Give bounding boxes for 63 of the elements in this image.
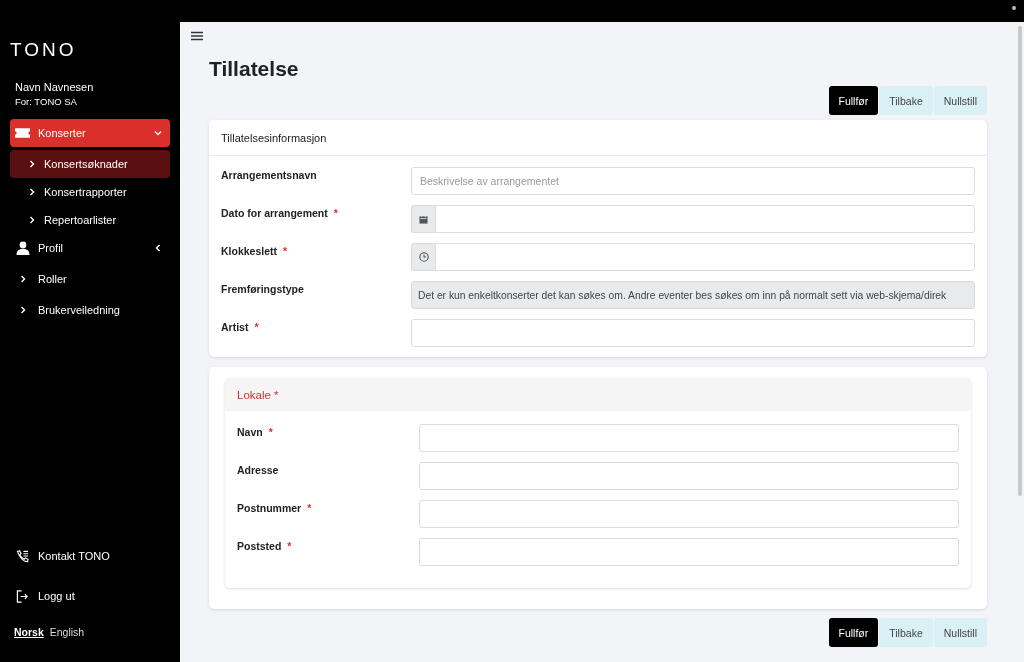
finish-button[interactable]: Fullfør xyxy=(828,86,879,115)
nav-item[interactable]: Roller xyxy=(10,265,170,293)
chevron-left-icon xyxy=(154,244,162,252)
chevron-right-icon xyxy=(18,275,27,283)
ticket-icon xyxy=(15,128,30,138)
action-button[interactable]: Nullstill xyxy=(933,618,987,647)
required-mark: * xyxy=(287,540,292,552)
nav-subitem[interactable]: Repertoarlister xyxy=(10,206,170,234)
finish-button[interactable]: Fullfør xyxy=(828,618,879,647)
panel-title: Lokale * xyxy=(237,388,279,401)
required-mark: * xyxy=(333,207,338,219)
card-title: Tillatelsesinformasjon xyxy=(221,131,327,144)
required-mark: * xyxy=(307,502,312,514)
clock-icon xyxy=(418,252,429,262)
nav-subitem[interactable]: Konsertsøknader xyxy=(10,150,170,178)
page-title: Tillatelse xyxy=(209,57,299,81)
input-field[interactable] xyxy=(419,424,959,452)
input-field[interactable] xyxy=(419,538,959,566)
time-field[interactable] xyxy=(435,243,975,271)
input-field[interactable] xyxy=(411,319,975,347)
dot-icon xyxy=(1012,6,1016,10)
chevron-right-icon xyxy=(18,306,27,314)
field-label: Poststed xyxy=(237,540,282,552)
required-mark: * xyxy=(254,321,259,333)
field-label: Postnummer xyxy=(237,502,302,514)
readonly-field: Det er kun enkeltkonserter det kan søkes om. Andre eventer bes søkes om inn på normalt sett via web-skjema/direk xyxy=(411,281,975,309)
date-field[interactable] xyxy=(435,205,975,233)
person-icon xyxy=(15,241,30,255)
field-label: Navn xyxy=(237,426,263,438)
language-link[interactable]: English xyxy=(49,626,85,638)
user-name: Navn Navnesen xyxy=(14,81,94,93)
field-label: Adresse xyxy=(237,464,279,476)
action-button[interactable]: Tilbake xyxy=(879,86,933,115)
calendar-icon xyxy=(419,214,428,224)
nav-subitem[interactable]: Konsertrapporter xyxy=(10,178,170,206)
nav-item[interactable]: Brukerveiledning xyxy=(10,296,170,324)
menu-icon[interactable] xyxy=(191,31,203,41)
input-field[interactable]: Beskrivelse av arrangementet xyxy=(411,167,975,195)
nav-item[interactable]: Profil xyxy=(10,234,170,262)
chevron-right-icon xyxy=(28,216,36,224)
nav-item[interactable]: Konserter xyxy=(10,119,170,147)
field-label: Dato for arrangement xyxy=(221,207,328,219)
input-field[interactable] xyxy=(419,500,959,528)
action-button[interactable]: Nullstill xyxy=(933,86,987,115)
scrollbar[interactable] xyxy=(1016,22,1024,662)
nav-item[interactable]: Logg ut xyxy=(10,582,170,610)
chevron-down-icon xyxy=(154,129,162,137)
chevron-right-icon xyxy=(28,160,36,168)
nav-item[interactable]: Kontakt TONO xyxy=(10,542,170,570)
field-label: Arrangementsnavn xyxy=(221,169,317,181)
field-label: Artist xyxy=(221,321,249,333)
field-label: Klokkeslett xyxy=(221,245,278,257)
field-label: Fremføringstype xyxy=(221,283,304,295)
logout-icon xyxy=(16,589,29,603)
action-button[interactable]: Tilbake xyxy=(879,618,933,647)
input-field[interactable] xyxy=(419,462,959,490)
language-link[interactable]: Norsk xyxy=(14,626,44,638)
required-mark: * xyxy=(283,245,288,257)
phone-list-icon xyxy=(16,549,29,563)
required-mark: * xyxy=(268,426,273,438)
chevron-right-icon xyxy=(28,188,36,196)
logo: TONO xyxy=(10,39,77,61)
user-organization: For: TONO SA xyxy=(14,96,77,107)
